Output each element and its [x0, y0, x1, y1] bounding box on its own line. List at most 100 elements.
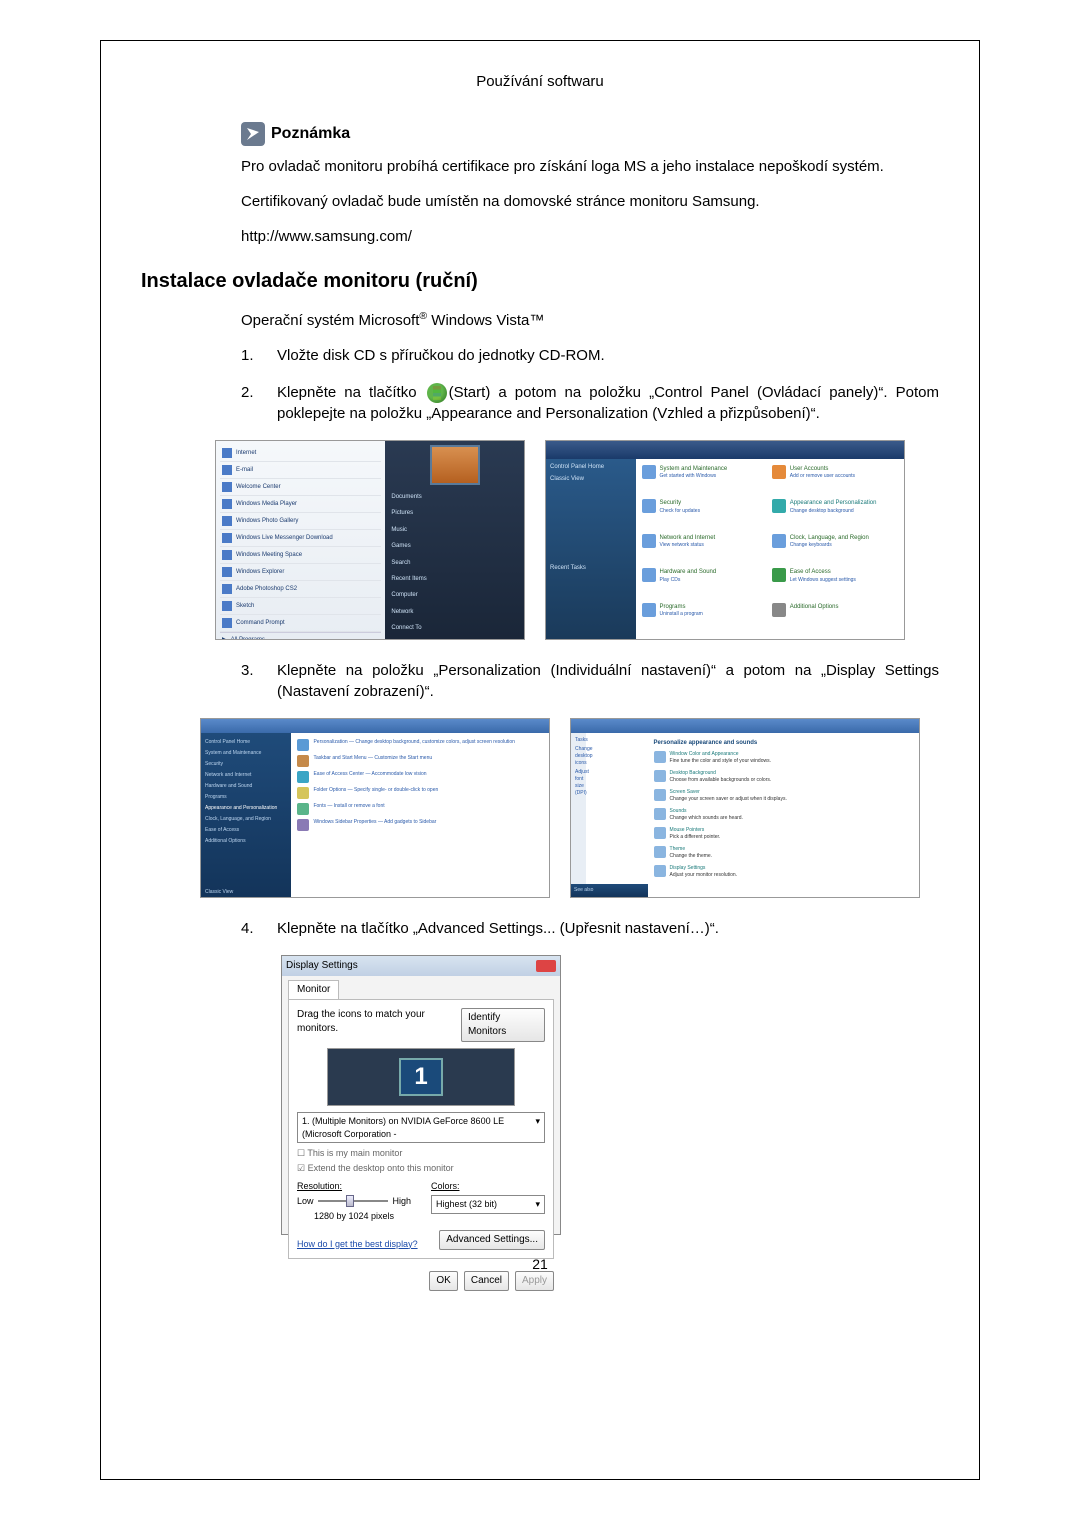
ap-link-0: Personalization — Change desktop backgro… — [313, 739, 515, 751]
ap-side-6: Appearance and Personalization — [205, 803, 287, 814]
slider-high: High — [392, 1195, 411, 1208]
colors-dropdown[interactable]: Highest (32 bit) ▾ — [431, 1195, 545, 1214]
sm-music: Music — [389, 522, 520, 538]
resolution-label: Resolution: — [297, 1180, 411, 1193]
section-title: Instalace ovladače monitoru (ruční) — [141, 267, 939, 295]
pp-it-0: Window Color and Appearance — [670, 751, 739, 757]
reg-mark: ® — [419, 310, 427, 322]
cp-recent: Recent Tasks — [550, 564, 632, 572]
ap-side-8: Ease of Access — [205, 825, 287, 836]
step-3: 3. Klepněte na položku „Personalization … — [241, 660, 939, 702]
step-1-text: Vložte disk CD s příručkou do jednotky C… — [277, 345, 939, 366]
sm-live: Windows Live Messenger Download — [236, 534, 333, 542]
advanced-settings-button[interactable]: Advanced Settings... — [439, 1230, 545, 1250]
pp-header: Personalize appearance and sounds — [654, 739, 913, 747]
monitor-dropdown[interactable]: 1. (Multiple Monitors) on NVIDIA GeForce… — [297, 1112, 545, 1143]
intro-prefix: Operační systém Microsoft — [241, 312, 419, 329]
sm-search: Search — [389, 555, 520, 571]
screenshot-control-panel: Control Panel Home Classic View Recent T… — [545, 440, 905, 640]
resolution-value: 1280 by 1024 pixels — [297, 1210, 411, 1223]
page-header: Používání softwaru — [141, 71, 939, 92]
pp-see-also: See also — [574, 887, 645, 894]
sm-recent: Recent Items — [389, 571, 520, 587]
sm-email: E-mail — [236, 466, 253, 474]
sm-sketch: Sketch — [236, 602, 254, 610]
note-paragraph-1: Pro ovladač monitoru probíhá certifikace… — [241, 156, 939, 177]
intro-suffix: Windows Vista™ — [427, 312, 544, 329]
ap-link-1: Taskbar and Start Menu — Customize the S… — [313, 755, 432, 767]
ap-side-0: Control Panel Home — [205, 737, 287, 748]
sm-connect: Connect To — [389, 620, 520, 636]
chevron-down-icon: ▾ — [535, 1115, 540, 1140]
sm-meeting: Windows Meeting Space — [236, 551, 302, 559]
pp-it-6: Display Settings — [670, 865, 706, 871]
screenshot-row-2: Control Panel Home System and Maintenanc… — [181, 718, 939, 898]
screenshot-row-1: Internet E-mail Welcome Center Windows M… — [181, 440, 939, 640]
ap-link-4: Fonts — Install or remove a font — [313, 803, 384, 815]
cp-cat-4: Network and Internet — [660, 535, 716, 541]
cp-cat-8: Programs — [660, 604, 686, 610]
main-monitor-checkbox[interactable]: ☐ This is my main monitor — [297, 1147, 545, 1160]
chevron-down-icon: ▾ — [535, 1198, 540, 1211]
ap-side-5: Programs — [205, 792, 287, 803]
sm-welcome: Welcome Center — [236, 483, 281, 491]
cancel-button[interactable]: Cancel — [464, 1271, 509, 1291]
step-2-text: Klepněte na tlačítko (Start) a potom na … — [277, 382, 939, 424]
step-2-num: 2. — [241, 382, 259, 424]
cp-cat-3: Appearance and Personalization — [790, 500, 877, 506]
pp-side-0: Tasks — [575, 737, 582, 744]
step-1: 1. Vložte disk CD s příručkou do jednotk… — [241, 345, 939, 366]
ok-button[interactable]: OK — [429, 1271, 457, 1291]
ds-title: Display Settings — [286, 959, 358, 973]
extend-desktop-checkbox[interactable]: ☑ Extend the desktop onto this monitor — [297, 1162, 545, 1175]
close-icon[interactable] — [536, 960, 556, 972]
sm-cmd: Command Prompt — [236, 619, 285, 627]
monitor-1[interactable]: 1 — [399, 1058, 443, 1096]
sm-photo: Windows Photo Gallery — [236, 517, 298, 525]
ap-side-bottom: Classic View — [205, 887, 287, 898]
ap-link-5: Windows Sidebar Properties — Add gadgets… — [313, 819, 436, 831]
cp-cat-6: Hardware and Sound — [660, 569, 717, 575]
resolution-slider[interactable]: Low High — [297, 1195, 411, 1208]
cp-side-title: Control Panel Home — [550, 463, 632, 471]
sm-explorer: Windows Explorer — [236, 568, 284, 576]
cp-cat-7: Ease of Access — [790, 569, 831, 575]
pp-side-2: Adjust font size (DPI) — [575, 769, 582, 797]
cp-side-sub: Classic View — [550, 475, 632, 483]
step-1-num: 1. — [241, 345, 259, 366]
step-3-num: 3. — [241, 660, 259, 702]
cp-cat-9: Additional Options — [790, 604, 839, 610]
screenshot-personalization: Tasks Change desktop icons Adjust font s… — [570, 718, 920, 898]
step-4: 4. Klepněte na tlačítko „Advanced Settin… — [241, 918, 939, 939]
sm-internet: Internet — [236, 449, 256, 457]
slider-low: Low — [297, 1195, 314, 1208]
monitor-preview: 1 — [327, 1048, 515, 1106]
cp-cat-0: System and Maintenance — [660, 466, 728, 472]
ap-side-9: Additional Options — [205, 836, 287, 847]
sm-network: Network — [389, 604, 520, 620]
note-icon — [241, 122, 265, 146]
note-paragraph-2: Certifikovaný ovladač bude umístěn na do… — [241, 191, 939, 212]
sm-games: Games — [389, 538, 520, 554]
screenshot-start-menu: Internet E-mail Welcome Center Windows M… — [215, 440, 525, 640]
sm-wmp: Windows Media Player — [236, 500, 297, 508]
ap-side-4: Hardware and Sound — [205, 781, 287, 792]
pp-side-1: Change desktop icons — [575, 746, 582, 767]
cp-cat-1: User Accounts — [790, 466, 829, 472]
sm-pictures: Pictures — [389, 505, 520, 521]
step-3-text: Klepněte na položku „Personalization (In… — [277, 660, 939, 702]
ap-side-3: Network and Internet — [205, 770, 287, 781]
user-avatar — [430, 445, 480, 485]
ap-side-7: Clock, Language, and Region — [205, 814, 287, 825]
cp-cat-2: Security — [660, 500, 682, 506]
colors-label: Colors: — [431, 1180, 545, 1193]
sm-photoshop: Adobe Photoshop CS2 — [236, 585, 297, 593]
pp-it-2: Screen Saver — [670, 789, 700, 795]
ds-drag-text: Drag the icons to match your monitors. — [297, 1008, 461, 1036]
identify-monitors-button[interactable]: Identify Monitors — [461, 1008, 545, 1042]
ds-tab-monitor[interactable]: Monitor — [288, 980, 339, 999]
help-link[interactable]: How do I get the best display? — [297, 1238, 418, 1251]
note-block: Poznámka Pro ovladač monitoru probíhá ce… — [241, 122, 939, 247]
screenshot-appearance: Control Panel Home System and Maintenanc… — [200, 718, 550, 898]
ap-side-1: System and Maintenance — [205, 748, 287, 759]
